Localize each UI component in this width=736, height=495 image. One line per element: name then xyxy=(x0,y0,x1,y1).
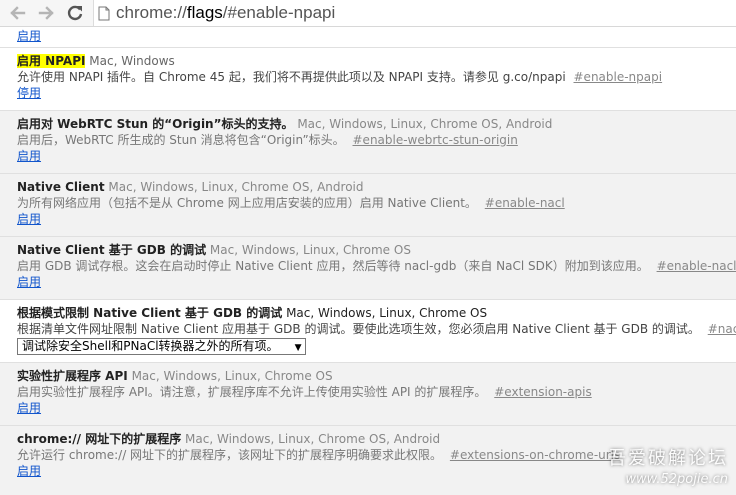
flag-platforms: Mac, Windows, Linux, Chrome OS xyxy=(286,306,488,320)
address-bar[interactable]: chrome://flags/#enable-npapi xyxy=(93,0,736,26)
flag-anchor-link[interactable]: #extension-apis xyxy=(494,385,591,399)
flag-name: 根据模式限制 Native Client 基于 GDB 的调试 xyxy=(17,306,283,320)
flag-item-webrtc-stun-origin: 启用对 WebRTC Stun 的“Origin”标头的支持。 Mac, Win… xyxy=(0,111,736,174)
flag-item-enable-nacl-debug: Native Client 基于 GDB 的调试 Mac, Windows, L… xyxy=(0,237,736,300)
reload-button[interactable] xyxy=(64,3,86,23)
browser-toolbar: chrome://flags/#enable-npapi xyxy=(0,0,736,27)
flag-anchor-link[interactable]: #enable-npapi xyxy=(574,70,663,84)
flag-name: 实验性扩展程序 API xyxy=(17,369,128,383)
flag-platforms: Mac, Windows, Linux, Chrome OS, Android xyxy=(185,432,441,446)
back-button[interactable] xyxy=(6,3,28,23)
flag-platforms: Mac, Windows xyxy=(89,54,175,68)
flag-platforms: Mac, Windows, Linux, Chrome OS, Android xyxy=(108,180,364,194)
flag-name: Native Client 基于 GDB 的调试 xyxy=(17,243,207,257)
address-url: chrome://flags/#enable-npapi xyxy=(116,3,335,23)
flag-description: 启用 GDB 调试存根。这会在启动时停止 Native Client 应用，然后… xyxy=(17,259,649,273)
flag-anchor-link[interactable]: #extensions-on-chrome-urls xyxy=(450,448,620,462)
flag-platforms: Mac, Windows, Linux, Chrome OS xyxy=(209,243,411,257)
back-arrow-icon xyxy=(10,6,26,20)
flag-item-enable-npapi: 启用 NPAPI Mac, Windows 允许使用 NPAPI 插件。自 Ch… xyxy=(0,48,736,111)
flag-platforms: Mac, Windows, Linux, Chrome OS xyxy=(131,369,333,383)
flag-enable-link[interactable]: 启用 xyxy=(17,400,41,416)
flag-enable-link[interactable]: 启用 xyxy=(17,28,41,44)
flags-list: 启用 启用 NPAPI Mac, Windows 允许使用 NPAPI 插件。自… xyxy=(0,27,736,495)
flag-description: 允许运行 chrome:// 网址下的扩展程序，该网址下的扩展程序明确要求此权限… xyxy=(17,448,443,462)
flag-enable-link[interactable]: 启用 xyxy=(17,274,41,290)
forward-button[interactable] xyxy=(36,3,58,23)
forward-arrow-icon xyxy=(38,6,54,20)
reload-icon xyxy=(67,5,83,21)
flag-anchor-link[interactable]: #nacl-debug xyxy=(708,322,736,336)
flag-description: 启用实验性扩展程序 API。请注意，扩展程序库不允许上传使用实验性 API 的扩… xyxy=(17,385,487,399)
flag-enable-link[interactable]: 启用 xyxy=(17,463,41,479)
flag-platforms: Mac, Windows, Linux, Chrome OS, Android xyxy=(297,117,553,131)
flag-item-partial: 启用 xyxy=(0,27,736,48)
flag-description: 为所有网络应用（包括不是从 Chrome 网上应用店安装的应用）启用 Nativ… xyxy=(17,196,477,210)
dropdown-arrow-icon: ▼ xyxy=(294,343,302,353)
url-host: flags xyxy=(186,3,223,22)
flag-item-extension-apis: 实验性扩展程序 API Mac, Windows, Linux, Chrome … xyxy=(0,363,736,426)
select-value: 调试除安全Shell和PNaCl转换器之外的所有项。 xyxy=(22,339,279,353)
page-icon xyxy=(98,6,110,20)
flag-description: 启用后，WebRTC 所生成的 Stun 消息将包含“Origin”标头。 xyxy=(17,133,345,147)
flag-name: chrome:// 网址下的扩展程序 xyxy=(17,432,182,446)
url-scheme: chrome:// xyxy=(116,3,187,22)
flag-name: Native Client xyxy=(17,180,105,194)
flag-anchor-link[interactable]: #enable-webrtc-stun-origin xyxy=(353,133,518,147)
nacl-debug-mask-select[interactable]: 调试除安全Shell和PNaCl转换器之外的所有项。 ▼ xyxy=(17,338,307,355)
flag-item-extensions-on-chrome-urls: chrome:// 网址下的扩展程序 Mac, Windows, Linux, … xyxy=(0,426,736,495)
flag-anchor-link[interactable]: #enable-nacl-debug xyxy=(657,259,736,273)
flag-item-enable-nacl: Native Client Mac, Windows, Linux, Chrom… xyxy=(0,174,736,237)
url-path: /#enable-npapi xyxy=(222,3,336,22)
flag-description: 允许使用 NPAPI 插件。自 Chrome 45 起，我们将不再提供此项以及 … xyxy=(17,70,566,84)
flag-enable-link[interactable]: 启用 xyxy=(17,211,41,227)
flag-name: 启用对 WebRTC Stun 的“Origin”标头的支持。 xyxy=(17,117,294,131)
flag-description: 根据清单文件网址限制 Native Client 应用基于 GDB 的调试。要使… xyxy=(17,322,700,336)
flag-item-nacl-debug-mask: 根据模式限制 Native Client 基于 GDB 的调试 Mac, Win… xyxy=(0,300,736,363)
flag-enable-link[interactable]: 启用 xyxy=(17,148,41,164)
flag-anchor-link[interactable]: #enable-nacl xyxy=(485,196,565,210)
flag-disable-link[interactable]: 停用 xyxy=(17,85,41,101)
flag-name: 启用 NPAPI xyxy=(17,54,86,68)
